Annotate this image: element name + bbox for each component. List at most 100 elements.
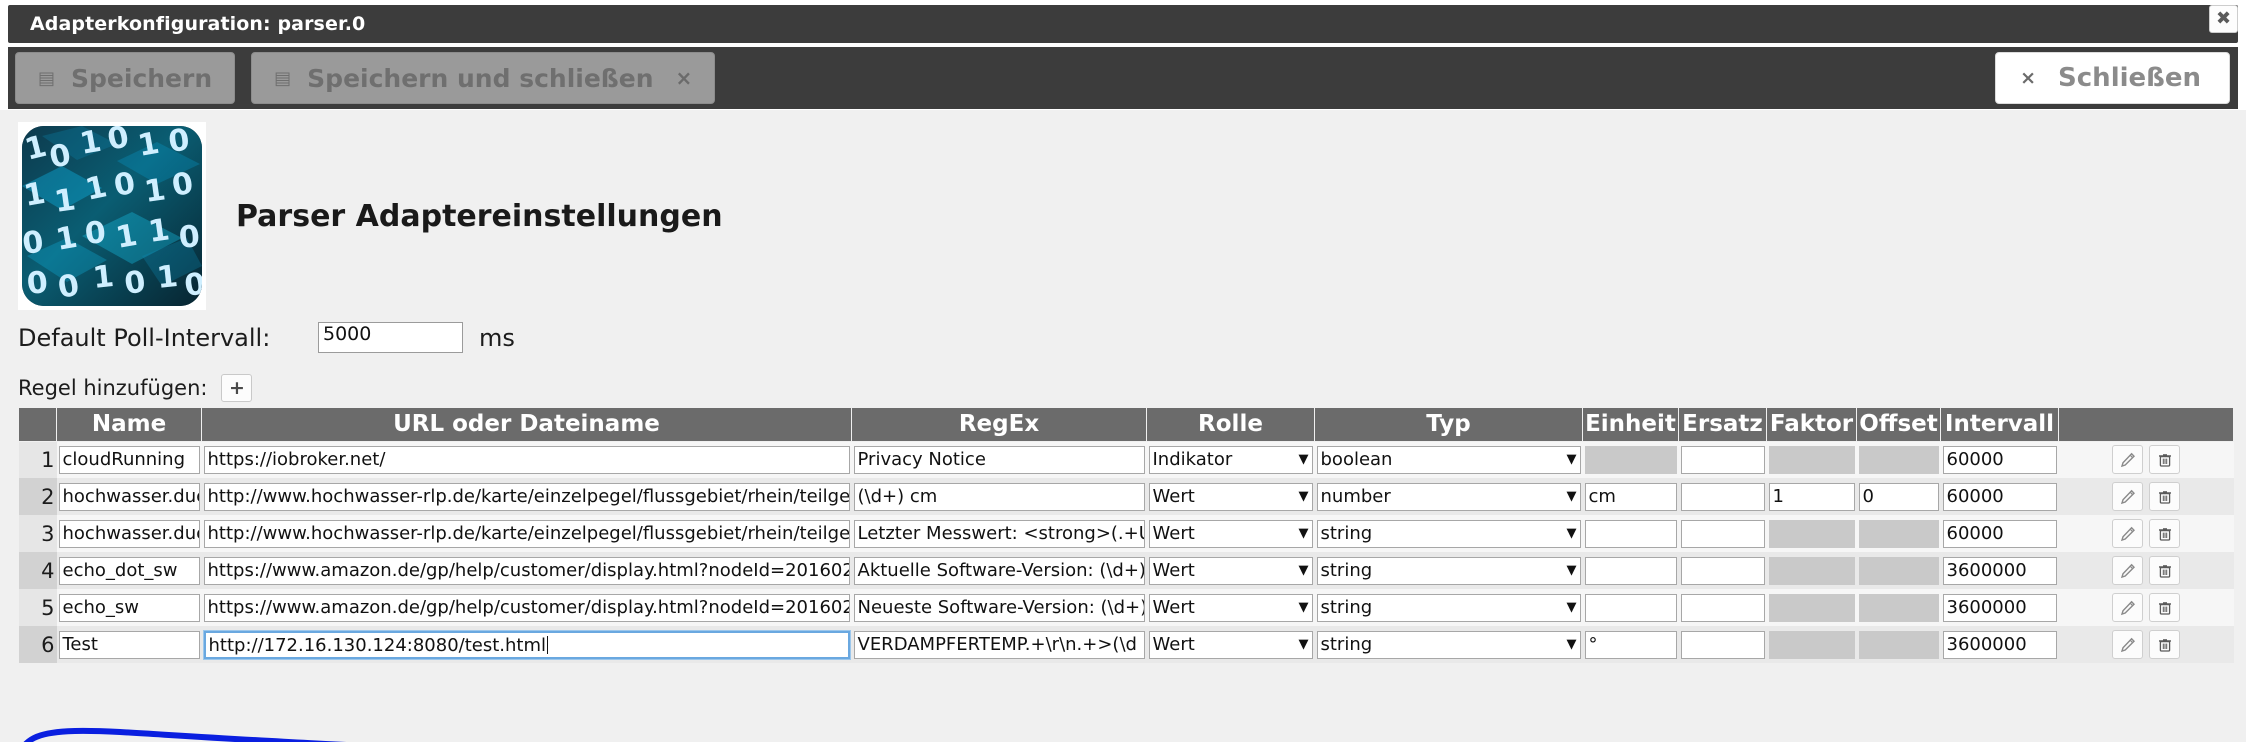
row-intervall-input[interactable]: 60000: [1942, 482, 2057, 511]
table-row: 1 cloudRunning https://iobroker.net/Privac…: [18, 441, 2234, 478]
row-typ-selected-value: string: [1320, 559, 1373, 581]
row-name-input[interactable]: hochwasser.duess: [58, 519, 200, 548]
row-url-input[interactable]: https://www.amazon.de/gp/help/customer/d…: [203, 593, 850, 622]
trash-icon[interactable]: [2149, 630, 2180, 659]
row-rolle-select[interactable]: Wert ▼: [1148, 630, 1313, 659]
window-close-icon[interactable]: ✖: [2209, 5, 2238, 33]
row-url-input[interactable]: http://www.hochwasser-rlp.de/karte/einze…: [203, 519, 850, 548]
row-einheit-input[interactable]: cm: [1584, 482, 1677, 511]
save-button[interactable]: ▤ Speichern: [15, 52, 236, 104]
row-typ-selected-value: string: [1320, 522, 1373, 544]
row-intervall-input[interactable]: 60000: [1942, 519, 2057, 548]
row-typ-selected-value: boolean: [1320, 448, 1393, 470]
chevron-down-icon: ▼: [1298, 525, 1309, 541]
row-intervall-input[interactable]: 60000: [1942, 445, 2057, 474]
row-offset-cell: [1856, 589, 1941, 626]
trash-icon[interactable]: [2149, 519, 2180, 548]
row-typ-select[interactable]: boolean ▼: [1316, 445, 1581, 474]
row-typ-select[interactable]: string ▼: [1316, 630, 1581, 659]
poll-interval-unit: ms: [479, 323, 515, 352]
pencil-icon[interactable]: [2112, 593, 2143, 622]
poll-interval-input[interactable]: 5000: [318, 322, 463, 353]
row-url-input[interactable]: https://iobroker.net/: [203, 445, 850, 474]
row-url-input[interactable]: https://www.amazon.de/gp/help/customer/d…: [203, 556, 850, 585]
add-rule-label: Regel hinzufügen:: [18, 376, 208, 400]
row-name-cell: hochwasser.duess: [56, 515, 202, 552]
trash-icon[interactable]: [2149, 593, 2180, 622]
pencil-icon[interactable]: [2112, 556, 2143, 585]
row-typ-select[interactable]: string ▼: [1316, 556, 1581, 585]
row-einheit-input[interactable]: °: [1584, 630, 1677, 659]
pencil-icon[interactable]: [2112, 630, 2143, 659]
row-name-input[interactable]: echo_dot_sw: [58, 556, 200, 585]
row-url-cell: https://www.amazon.de/gp/help/customer/d…: [201, 552, 852, 589]
row-regex-input[interactable]: VERDAMPFERTEMP.+\r\n.+>(\d: [853, 630, 1145, 659]
row-name-input[interactable]: echo_sw: [58, 593, 200, 622]
row-regex-input[interactable]: Letzter Messwert: <strong>(.+Uh: [853, 519, 1145, 548]
add-rule-button[interactable]: +: [221, 374, 253, 402]
row-name-cell: Test: [56, 626, 202, 663]
row-rolle-select[interactable]: Wert ▼: [1148, 519, 1313, 548]
floppy-disk-icon: ▤: [274, 67, 292, 89]
row-intervall-cell: 3600000: [1940, 552, 2059, 589]
row-einheit-input[interactable]: [1584, 556, 1677, 585]
row-typ-selected-value: string: [1320, 596, 1373, 618]
col-header-intervall: Intervall: [1940, 408, 2059, 442]
row-einheit-input[interactable]: [1584, 593, 1677, 622]
add-rule-row: Regel hinzufügen: +: [18, 374, 253, 402]
row-name-input[interactable]: cloudRunning: [58, 445, 200, 474]
trash-icon[interactable]: [2149, 556, 2180, 585]
chevron-down-icon: ▼: [1566, 451, 1577, 467]
rules-table-container: Name URL oder Dateiname RegEx Rolle Typ …: [18, 408, 2234, 663]
row-einheit-input[interactable]: [1584, 519, 1677, 548]
trash-icon[interactable]: [2149, 482, 2180, 511]
row-regex-input[interactable]: Privacy Notice: [853, 445, 1145, 474]
row-rolle-select[interactable]: Wert ▼: [1148, 556, 1313, 585]
pencil-icon[interactable]: [2112, 482, 2143, 511]
adapter-logo: 1 0 1 0 1 0 1 1 1 0 1 0 0 1 0 1 1 0 0 0 …: [18, 122, 206, 310]
chevron-down-icon: ▼: [1298, 488, 1309, 504]
row-ersatz-input[interactable]: [1680, 519, 1765, 548]
row-ersatz-input[interactable]: [1680, 593, 1765, 622]
row-typ-select[interactable]: string ▼: [1316, 593, 1581, 622]
row-typ-select[interactable]: number ▼: [1316, 482, 1581, 511]
row-offset-cell: [1856, 515, 1941, 552]
row-url-input[interactable]: http://172.16.130.124:8080/test.html: [202, 629, 851, 660]
row-name-input[interactable]: Test: [58, 630, 200, 659]
row-intervall-input[interactable]: 3600000: [1942, 630, 2057, 659]
pencil-icon[interactable]: [2112, 445, 2143, 475]
col-header-url: URL oder Dateiname: [201, 408, 852, 442]
save-and-close-button[interactable]: ▤ Speichern und schließen ×: [251, 52, 716, 104]
row-rolle-select[interactable]: Indikator ▼: [1148, 445, 1313, 474]
row-url-input[interactable]: http://www.hochwasser-rlp.de/karte/einze…: [203, 482, 850, 511]
row-faktor-cell: [1766, 515, 1857, 552]
row-intervall-input[interactable]: 3600000: [1942, 556, 2057, 585]
row-ersatz-input[interactable]: [1680, 630, 1765, 659]
row-ersatz-input[interactable]: [1680, 482, 1765, 511]
chevron-down-icon: ▼: [1298, 599, 1309, 615]
col-header-actions: [2058, 408, 2234, 442]
row-ersatz-input[interactable]: [1680, 556, 1765, 585]
row-rolle-select[interactable]: Wert ▼: [1148, 482, 1313, 511]
row-regex-input[interactable]: (\d+) cm: [853, 482, 1145, 511]
row-intervall-cell: 60000: [1940, 441, 2059, 478]
row-regex-input[interactable]: Neueste Software-Version: (\d+)<: [853, 593, 1145, 622]
chevron-down-icon: ▼: [1566, 488, 1577, 504]
pencil-icon[interactable]: [2112, 519, 2143, 548]
row-rolle-select[interactable]: Wert ▼: [1148, 593, 1313, 622]
row-name-input[interactable]: hochwasser.duess: [58, 482, 200, 511]
row-index: 4: [18, 552, 57, 589]
row-typ-select[interactable]: string ▼: [1316, 519, 1581, 548]
trash-icon[interactable]: [2149, 445, 2180, 475]
rules-table-body: 1 cloudRunning https://iobroker.net/Privac…: [18, 441, 2234, 663]
close-button[interactable]: × Schließen: [1995, 52, 2230, 104]
table-row: 5 echo_sw https://www.amazon.de/gp/help/cu…: [18, 589, 2234, 626]
row-rolle-selected-value: Indikator: [1152, 448, 1233, 470]
row-intervall-input[interactable]: 3600000: [1942, 593, 2057, 622]
row-offset-input[interactable]: 0: [1858, 482, 1939, 511]
row-rolle-cell: Wert ▼: [1146, 589, 1315, 626]
row-regex-input[interactable]: Aktuelle Software-Version: (\d+)<: [853, 556, 1145, 585]
row-faktor-input[interactable]: 1: [1768, 482, 1855, 511]
row-ersatz-input[interactable]: [1680, 445, 1765, 474]
col-header-einheit: Einheit: [1582, 408, 1679, 442]
